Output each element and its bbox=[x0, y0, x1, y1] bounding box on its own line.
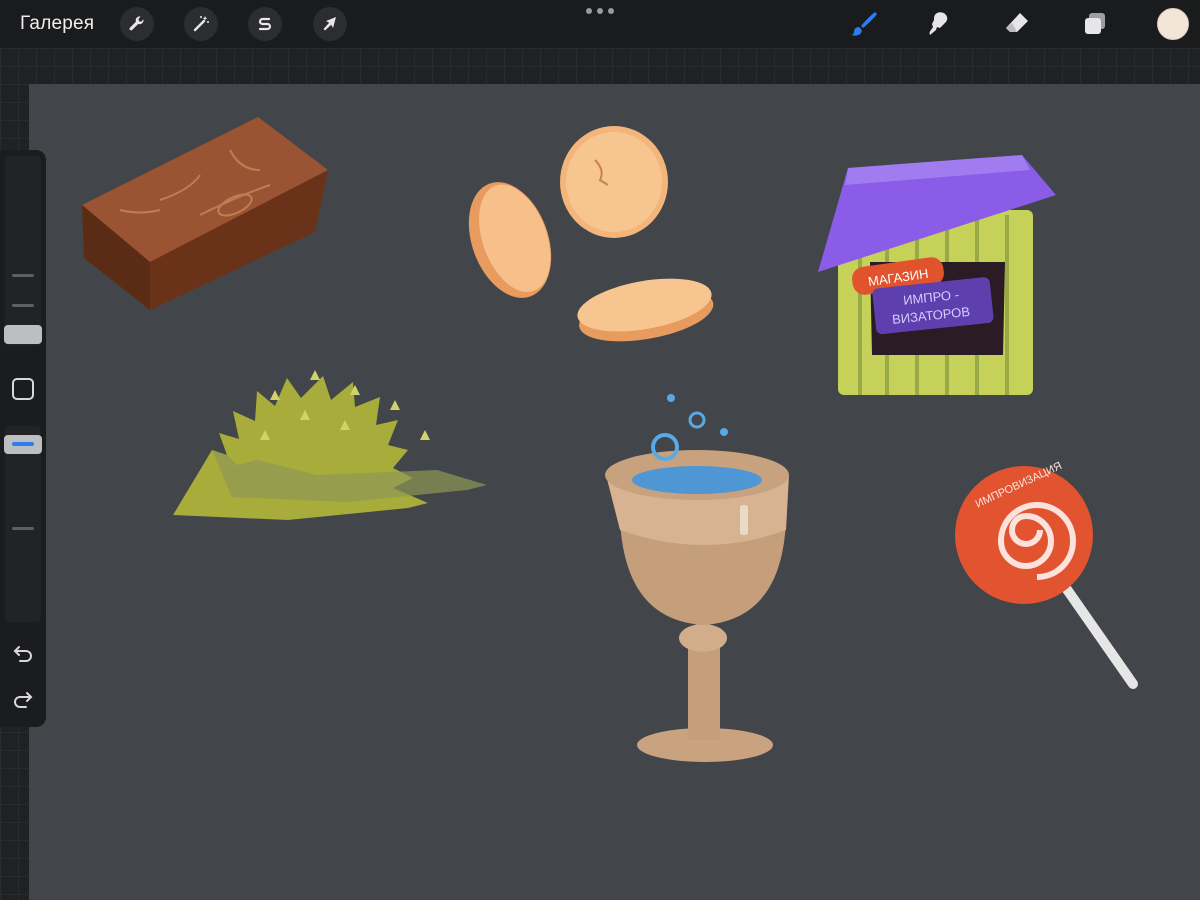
coins-drawing bbox=[468, 126, 714, 342]
modify-button[interactable] bbox=[12, 378, 34, 400]
goblet-drawing bbox=[605, 394, 789, 762]
color-picker-swatch[interactable] bbox=[1157, 8, 1189, 40]
slider-tick bbox=[12, 527, 34, 530]
canvas-artwork: МАГАЗИН ИМПРО - ВИЗАТОРОВ ИМПРОВИЗАЦИЯ bbox=[82, 117, 1138, 762]
bush-drawing bbox=[173, 370, 487, 520]
wooden-plank-drawing bbox=[82, 117, 328, 310]
dot bbox=[608, 8, 614, 14]
actions-wrench-button[interactable] bbox=[120, 7, 154, 41]
slider-tick bbox=[12, 304, 34, 307]
brush-size-slider[interactable] bbox=[5, 156, 41, 346]
undo-button[interactable] bbox=[10, 640, 36, 666]
more-options-dots[interactable] bbox=[586, 6, 614, 16]
wrench-icon bbox=[129, 16, 144, 31]
dot bbox=[597, 8, 603, 14]
opacity-slider[interactable] bbox=[5, 426, 41, 622]
magic-wand-icon bbox=[193, 16, 209, 32]
layers-button[interactable] bbox=[1077, 6, 1113, 42]
gallery-button[interactable]: Галерея bbox=[20, 13, 94, 35]
paint-tool-button[interactable] bbox=[845, 6, 881, 42]
undo-icon bbox=[13, 646, 32, 662]
brush-icon bbox=[851, 12, 877, 36]
eraser-icon bbox=[1006, 13, 1028, 32]
redo-icon bbox=[14, 692, 33, 708]
left-sidebar bbox=[0, 150, 46, 727]
smudge-icon bbox=[929, 12, 948, 36]
selection-button[interactable] bbox=[248, 7, 282, 41]
lollipop-drawing: ИМПРОВИЗАЦИЯ bbox=[955, 460, 1138, 689]
slider-tick bbox=[12, 274, 34, 277]
dot bbox=[586, 8, 592, 14]
drawing-canvas[interactable]: МАГАЗИН ИМПРО - ВИЗАТОРОВ ИМПРОВИЗАЦИЯ bbox=[29, 84, 1200, 900]
top-toolbar: Галерея bbox=[0, 0, 1200, 48]
opacity-knob[interactable] bbox=[4, 435, 42, 454]
transform-arrow-icon bbox=[323, 17, 336, 31]
shop-booth-drawing: МАГАЗИН ИМПРО - ВИЗАТОРОВ bbox=[818, 155, 1056, 395]
eraser-tool-button[interactable] bbox=[999, 6, 1035, 42]
adjustments-button[interactable] bbox=[184, 7, 218, 41]
layers-icon bbox=[1085, 13, 1105, 34]
redo-button[interactable] bbox=[10, 686, 36, 712]
transform-button[interactable] bbox=[313, 7, 347, 41]
smudge-tool-button[interactable] bbox=[922, 6, 958, 42]
opacity-indicator bbox=[12, 442, 34, 446]
brush-size-knob[interactable] bbox=[4, 325, 42, 344]
selection-icon bbox=[258, 17, 272, 31]
